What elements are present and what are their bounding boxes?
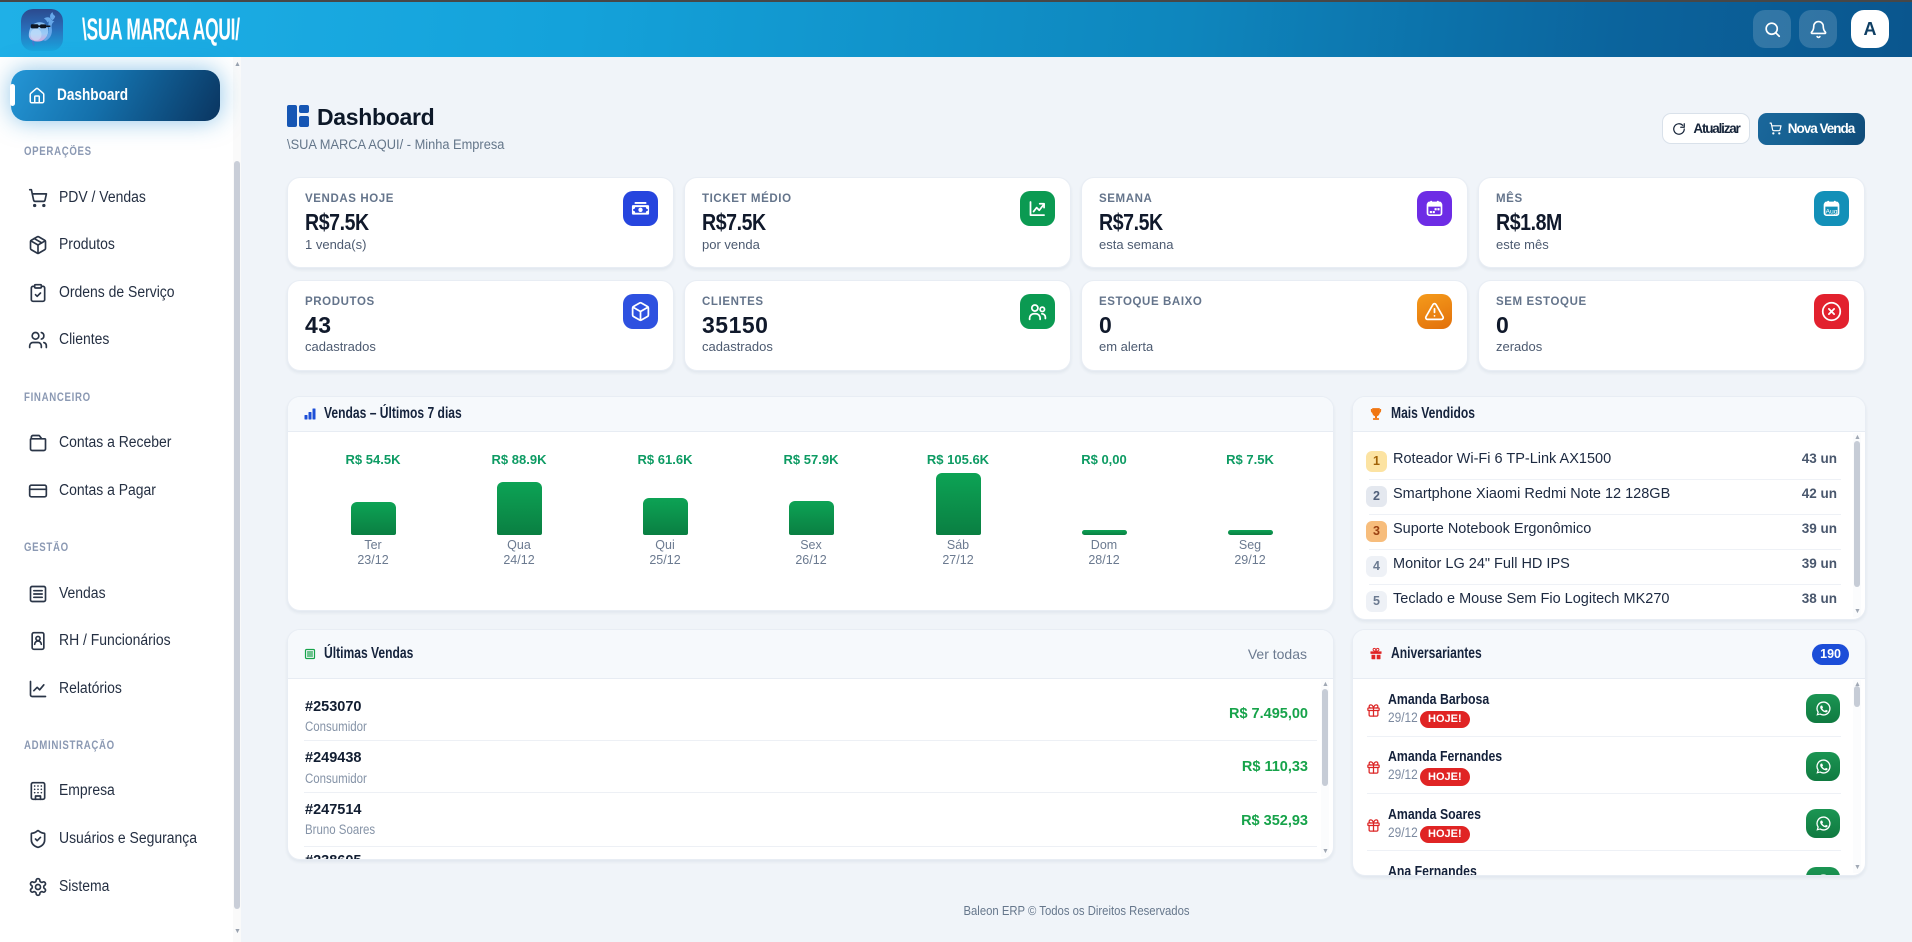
svg-text:Aug: Aug (1825, 208, 1837, 215)
